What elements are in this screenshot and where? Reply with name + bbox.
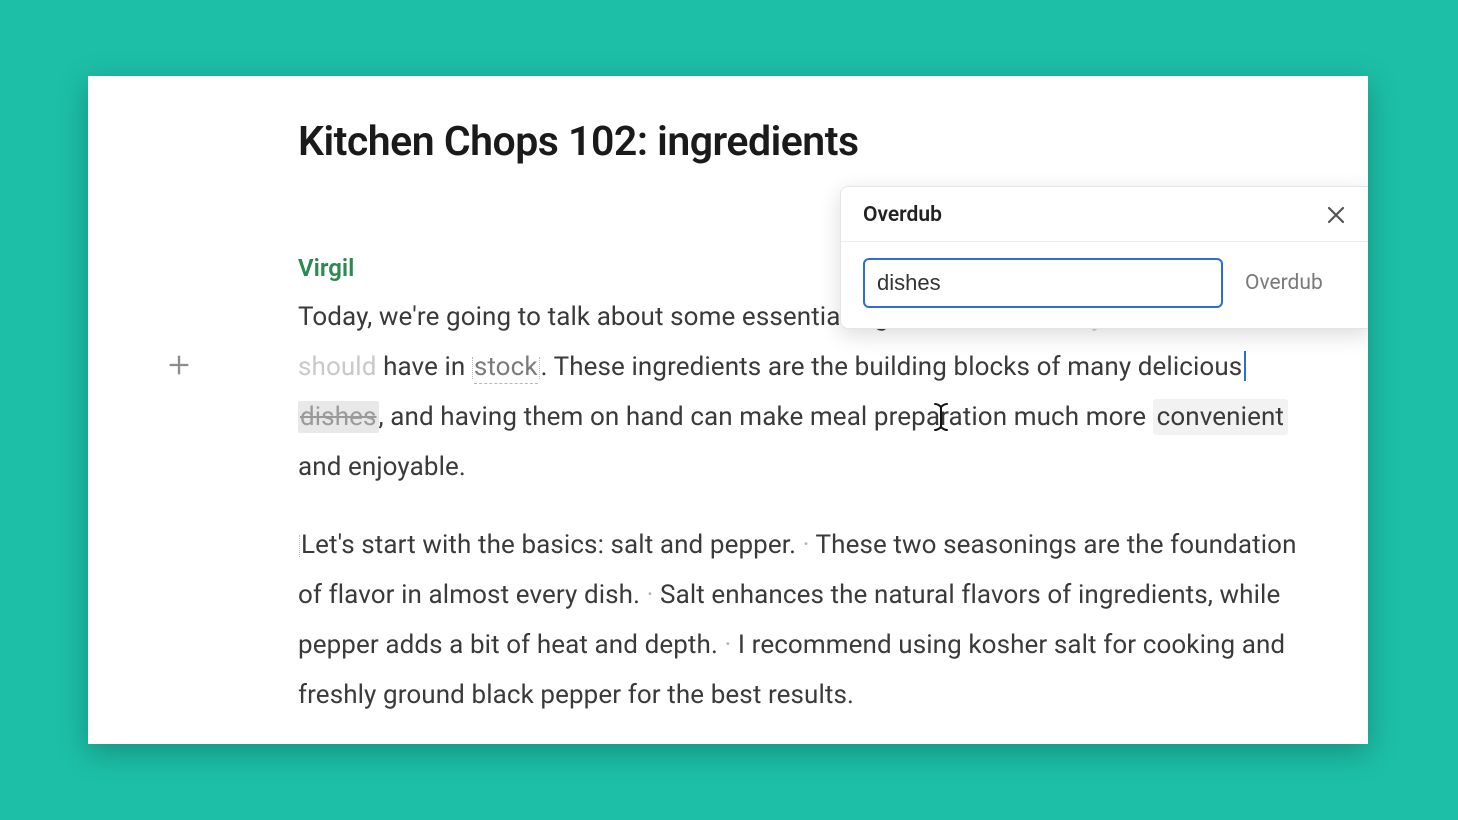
word-boundary [539, 357, 540, 379]
text-run: Let's start with the basics: salt and pe… [301, 530, 803, 560]
word-boundary [299, 535, 300, 557]
text-run: , and having them on hand can make meal … [379, 402, 1153, 432]
overdub-apply-button[interactable]: Overdub [1245, 271, 1323, 295]
overdub-body: Overdub [841, 242, 1368, 328]
overdub-title: Overdub [863, 203, 942, 227]
overdub-suggestion-stock[interactable]: stock [474, 352, 538, 384]
word-bracket [465, 352, 470, 382]
insertion-caret [1244, 351, 1246, 381]
overdub-target-dishes[interactable]: dishes [298, 401, 379, 433]
text-run: have in [383, 352, 465, 382]
word-boundary [472, 357, 473, 379]
app-window: Kitchen Chops 102: ingredients Virgil To… [88, 76, 1368, 744]
document-title: Kitchen Chops 102: ingredients [298, 118, 859, 166]
speaker-label: Virgil [298, 254, 354, 282]
overdub-header: Overdub [841, 187, 1368, 242]
paragraph-2[interactable]: Let's start with the basics: salt and pe… [298, 520, 1318, 720]
add-line-button[interactable] [165, 351, 193, 379]
overdub-panel: Overdub Overdub [840, 186, 1368, 329]
text-run: Today, we're going to talk about some es… [298, 302, 926, 332]
close-button[interactable] [1324, 203, 1348, 227]
highlighted-word-convenient[interactable]: convenient [1153, 399, 1288, 435]
text-run: . These ingredients are the building blo… [541, 352, 1243, 382]
overdub-text-input[interactable] [863, 258, 1223, 308]
transcript-body[interactable]: Today, we're going to talk about some es… [298, 292, 1318, 744]
text-run: and enjoyable. [298, 452, 466, 482]
sentence-separator: · [803, 530, 810, 560]
